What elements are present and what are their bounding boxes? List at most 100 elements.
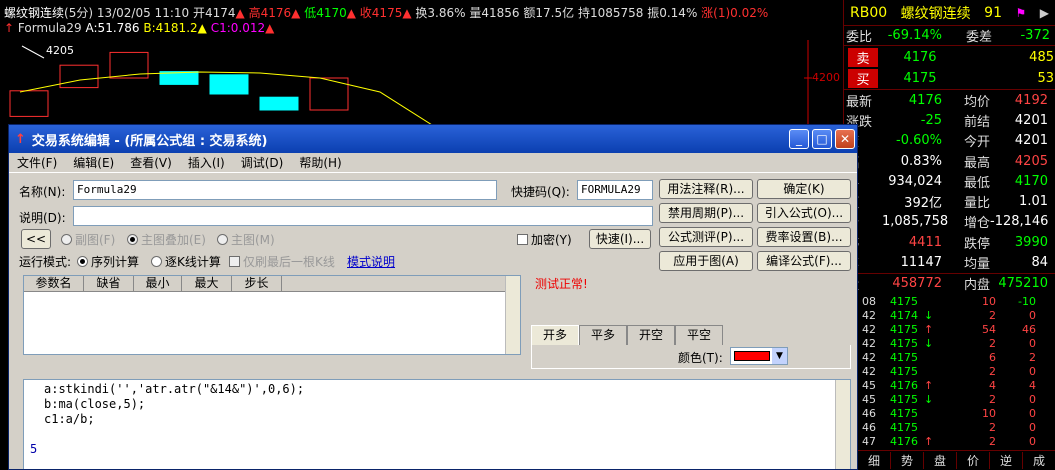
compile-button[interactable]: 编译公式(F)... [757, 251, 851, 271]
sell-price: 4176 [903, 49, 937, 65]
tick-arrow: ↑ [924, 323, 934, 337]
menu-insert[interactable]: 插入(I) [188, 154, 225, 171]
stat-value: 4411 [908, 234, 942, 250]
tick-volume: 2 [989, 337, 996, 351]
sell-label: 卖 [848, 47, 878, 67]
stat-label: 最低 [963, 175, 990, 191]
tab-trades[interactable]: 成 [1023, 452, 1055, 469]
col-param-name: 参数名 [24, 276, 84, 291]
ok-button[interactable]: 确定(K) [757, 179, 851, 199]
stat-row: 涨跌 -25 前结 4201 [844, 110, 1055, 130]
tick-row: 42 4175 ↑ 54 46 [844, 323, 1055, 337]
tick-row: 46 4175 10 0 [844, 407, 1055, 421]
tab-open-short[interactable]: 开空 [627, 325, 675, 345]
last-bar-checkbox[interactable]: 仅刷最后一根K线 [229, 253, 335, 270]
dialog-title: 交易系统编辑 - (所属公式组 : 交易系统) [31, 133, 268, 149]
params-scrollbar[interactable] [505, 276, 520, 354]
candle [259, 96, 299, 111]
tab-detail[interactable]: 细 [858, 452, 891, 469]
tab-close-long[interactable]: 平多 [579, 325, 627, 345]
tick-row: 45 4175 ↓ 2 0 [844, 393, 1055, 407]
stat-row: 度-0.60%今开4201 [844, 131, 1055, 151]
params-table[interactable]: 参数名 缺省 最小 最大 步长 [23, 275, 521, 355]
sell-volume: 485 [1029, 49, 1054, 65]
tick-row: 08 4175 10 -10 [844, 295, 1055, 309]
tick-volume: 4 [989, 379, 996, 393]
minimize-icon[interactable]: _ [789, 129, 809, 149]
weibi-row: 委比 -69.14% 委差 -372 [844, 26, 1055, 46]
buy-label: 买 [848, 69, 878, 88]
radio-overlay[interactable]: 主图叠加(E) [127, 231, 206, 248]
stat-label: 量比 [963, 196, 990, 212]
name-input[interactable]: Formula29 [73, 180, 497, 200]
tab-trend[interactable]: 势 [891, 452, 924, 469]
desc-input[interactable] [73, 206, 653, 226]
tick-delta: -10 [1018, 295, 1036, 309]
desc-label: 说明(D): [19, 211, 66, 225]
menu-edit[interactable]: 编辑(E) [73, 154, 114, 171]
signal-tabs: 开多 平多 开空 平空 [531, 325, 723, 345]
chevron-down-icon[interactable]: ▼ [772, 348, 787, 364]
panel-header: RB00 螺纹钢连续 91 ⚑ ▶ [844, 0, 1055, 26]
buy-row[interactable]: 买 4175 53 [844, 68, 1055, 90]
menu-file[interactable]: 文件(F) [17, 154, 57, 171]
close-icon[interactable]: ✕ [835, 129, 855, 149]
apply-chart-button[interactable]: 应用于图(A) [659, 251, 753, 271]
import-formula-button[interactable]: 引入公式(O)... [757, 203, 851, 223]
tick-delta: 0 [1029, 365, 1036, 379]
stats-table: 最新4176均价4192涨跌-25前结4201度-0.60%今开4201幅0.8… [844, 90, 1055, 293]
flag-icon[interactable]: ⚑ [1015, 6, 1026, 20]
tab-book[interactable]: 盘 [924, 452, 957, 469]
code-line: b:ma(close,5); [44, 397, 146, 411]
radio-subchart[interactable]: 副图(F) [61, 231, 115, 248]
collapse-button[interactable]: << [21, 229, 51, 249]
weibi-label: 委比 [846, 30, 873, 45]
formula-editor-dialog: ↑ 交易系统编辑 - (所属公式组 : 交易系统) _ □ ✕ 文件(F) 编辑… [8, 124, 858, 470]
quick-button[interactable]: 快速(I)... [589, 229, 651, 249]
stat-label: 今开 [963, 135, 990, 151]
usage-notes-button[interactable]: 用法注释(R)... [659, 179, 753, 199]
stat-value: 475210 [998, 275, 1048, 291]
menu-debug[interactable]: 调试(D) [241, 154, 284, 171]
shortcut-label: 快捷码(Q): [511, 185, 570, 199]
stat-label: 前结 [963, 114, 990, 130]
menu-help[interactable]: 帮助(H) [299, 154, 341, 171]
sell-row[interactable]: 卖 4176 485 [844, 46, 1055, 68]
stat-value: -25 [920, 112, 942, 128]
tab-open-long[interactable]: 开多 [531, 325, 579, 345]
tick-delta: 46 [1022, 323, 1036, 337]
radio-per-bar[interactable]: 逐K线计算 [151, 253, 221, 270]
stat-row: 幅0.83%最高4205 [844, 151, 1055, 171]
dialog-titlebar[interactable]: ↑ 交易系统编辑 - (所属公式组 : 交易系统) [9, 125, 857, 153]
fee-setting-button[interactable]: 费率设置(B)... [757, 227, 851, 247]
code-scrollbar[interactable] [835, 380, 850, 469]
toggle-icon[interactable]: ▶ [1040, 6, 1049, 20]
tab-close-short[interactable]: 平空 [675, 325, 723, 345]
candle [59, 64, 99, 89]
maximize-icon[interactable]: □ [812, 129, 832, 149]
stat-value: 458772 [892, 275, 942, 291]
tick-price: 4175 [890, 421, 918, 435]
code-editor[interactable]: a:stkindi('','atr.atr("&14&")',0,6); b:ma… [23, 379, 851, 469]
encrypt-checkbox[interactable]: 加密(Y) [517, 231, 572, 248]
tick-price: 4175 [890, 407, 918, 421]
formula-test-button[interactable]: 公式测评(P)... [659, 227, 753, 247]
tick-row: 46 4175 2 0 [844, 421, 1055, 435]
menu-view[interactable]: 查看(V) [130, 154, 172, 171]
color-select[interactable]: ▼ [730, 347, 788, 365]
code-line: 5 [30, 442, 38, 456]
shortcut-input[interactable]: FORMULA29 [577, 180, 653, 200]
mode-help-link[interactable]: 模式说明 [347, 253, 395, 270]
tick-price: 4175 [890, 365, 918, 379]
stat-value: 1.01 [1019, 194, 1048, 210]
tick-arrow: ↓ [924, 393, 934, 407]
stat-label: 均量 [963, 257, 990, 273]
tab-reverse[interactable]: 逆 [990, 452, 1023, 469]
radio-sequence[interactable]: 序列计算 [77, 253, 139, 270]
radio-overlay-label: 主图叠加(E) [141, 233, 206, 247]
code-line: c1:a/b; [44, 412, 95, 426]
radio-mainchart[interactable]: 主图(M) [217, 231, 275, 248]
disable-period-button[interactable]: 禁用周期(P)... [659, 203, 753, 223]
tab-price[interactable]: 价 [957, 452, 990, 469]
stat-label: 增仓 [963, 216, 990, 232]
